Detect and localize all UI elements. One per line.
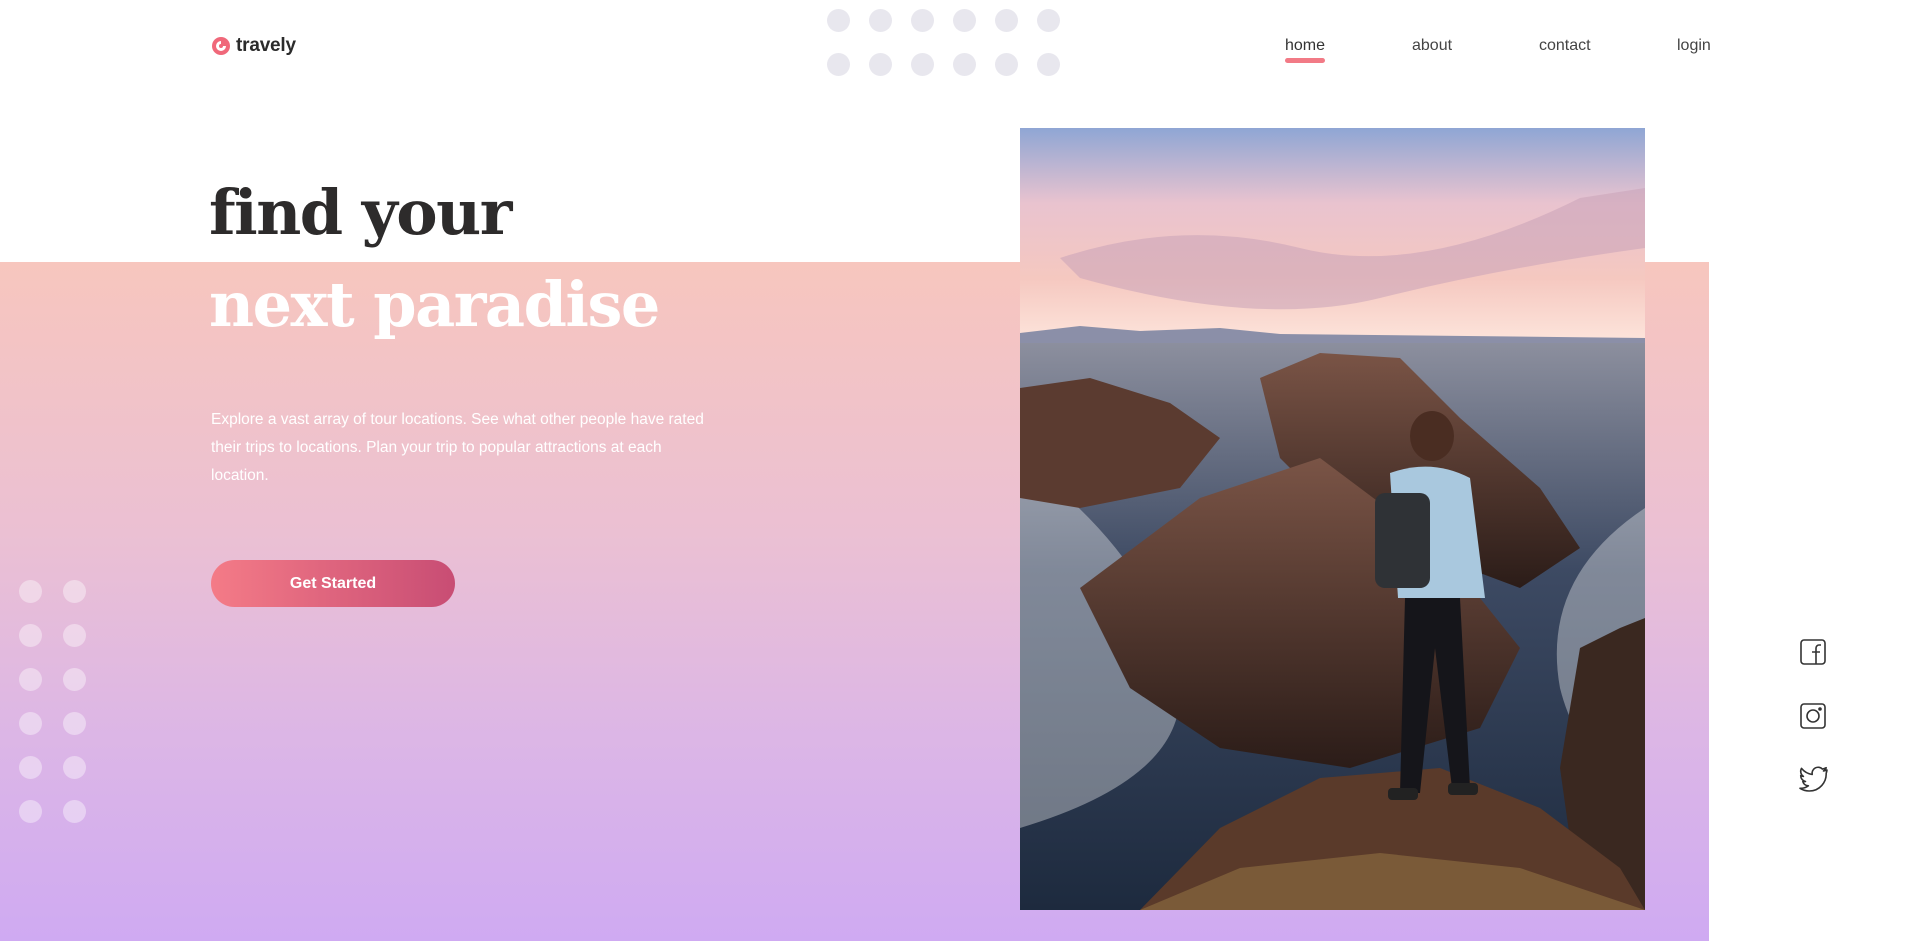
instagram-icon[interactable] — [1798, 701, 1828, 731]
hero-description: Explore a vast array of tour locations. … — [211, 411, 704, 484]
nav-contact-link[interactable]: contact — [1539, 37, 1591, 55]
decorative-dot-grid-left — [19, 580, 86, 823]
twitter-icon[interactable] — [1798, 764, 1830, 794]
nav-login-link[interactable]: login — [1677, 37, 1711, 55]
nav-active-indicator — [1285, 58, 1325, 63]
nav-home-link[interactable]: home — [1285, 37, 1325, 55]
get-started-button[interactable]: Get Started — [211, 560, 455, 607]
hero-title-line-2: next paradise — [209, 268, 660, 341]
hiker-cliff-illustration — [1020, 128, 1645, 910]
main-nav: home about contact login — [0, 37, 1920, 67]
facebook-icon[interactable] — [1798, 637, 1828, 667]
hero-title-line-1: find your — [209, 176, 512, 249]
nav-about-link[interactable]: about — [1412, 37, 1452, 55]
hero-photo — [1020, 128, 1645, 910]
